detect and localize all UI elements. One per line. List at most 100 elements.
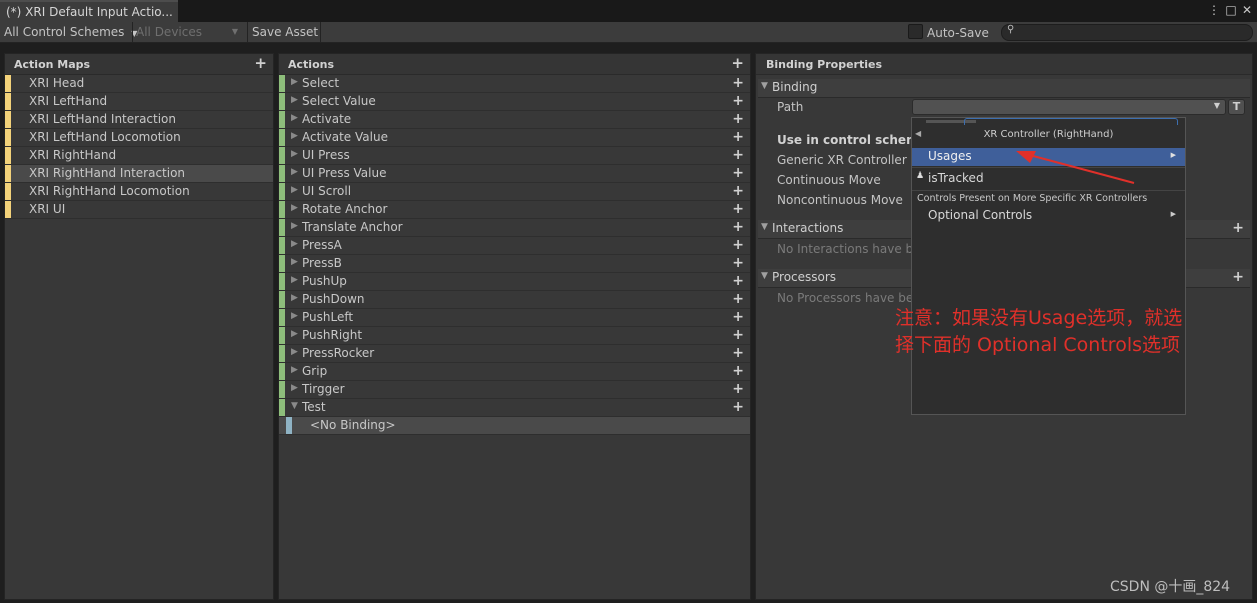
maximize-icon[interactable]: □ <box>1224 3 1238 17</box>
binding-section-header[interactable]: ▼ Binding <box>758 79 1250 98</box>
action-label: Activate <box>302 112 352 126</box>
add-action-icon[interactable]: + <box>731 56 744 71</box>
devices-dropdown[interactable]: All Devices ▼ <box>136 22 244 42</box>
add-binding-icon[interactable]: + <box>732 237 744 253</box>
expand-arrow-icon[interactable]: ▶ <box>291 311 298 321</box>
collapse-arrow-icon[interactable]: ▼ <box>291 401 298 411</box>
add-binding-icon[interactable]: + <box>732 183 744 199</box>
add-binding-icon[interactable]: + <box>732 111 744 127</box>
action-item[interactable]: ▶ UI Press + <box>279 147 750 165</box>
add-binding-icon[interactable]: + <box>732 201 744 217</box>
popup-item-optional-controls[interactable]: Optional Controls ▶ <box>912 207 1185 225</box>
add-interaction-icon[interactable]: + <box>1232 220 1244 236</box>
action-item[interactable]: ▶ Tirgger + <box>279 381 750 399</box>
action-map-item[interactable]: XRI LeftHand Locomotion <box>5 129 273 147</box>
action-item[interactable]: ▶ Translate Anchor + <box>279 219 750 237</box>
popup-search-input[interactable] <box>964 118 1178 125</box>
expand-arrow-icon[interactable]: ▶ <box>291 167 298 177</box>
expand-arrow-icon[interactable]: ▶ <box>291 275 298 285</box>
action-item[interactable]: ▶ Activate Value + <box>279 129 750 147</box>
action-item[interactable]: ▶ PushRight + <box>279 327 750 345</box>
expand-arrow-icon[interactable]: ▶ <box>291 221 298 231</box>
expand-arrow-icon[interactable]: ▶ <box>291 149 298 159</box>
expand-arrow-icon[interactable]: ▶ <box>291 131 298 141</box>
scheme-noncontinuous-move[interactable]: Noncontinuous Move <box>777 193 903 207</box>
action-item[interactable]: ▶ Grip + <box>279 363 750 381</box>
add-binding-icon[interactable]: + <box>732 255 744 271</box>
add-action-map-icon[interactable]: + <box>254 56 267 71</box>
close-icon[interactable]: ✕ <box>1240 3 1254 17</box>
action-map-item[interactable]: XRI RightHand Interaction <box>5 165 273 183</box>
search-input[interactable]: ⚲ <box>1001 24 1253 41</box>
expand-arrow-icon[interactable]: ▶ <box>291 95 298 105</box>
expand-arrow-icon[interactable]: ▶ <box>291 113 298 123</box>
action-item[interactable]: ▶ Select + <box>279 75 750 93</box>
add-binding-icon[interactable]: + <box>732 327 744 343</box>
add-binding-icon[interactable]: + <box>732 219 744 235</box>
add-binding-icon[interactable]: + <box>732 129 744 145</box>
add-binding-icon[interactable]: + <box>732 345 744 361</box>
add-binding-icon[interactable]: + <box>732 75 744 91</box>
action-item[interactable]: ▶ UI Press Value + <box>279 165 750 183</box>
action-item[interactable]: ▶ PushDown + <box>279 291 750 309</box>
add-binding-icon[interactable]: + <box>732 273 744 289</box>
path-dropdown[interactable]: ▼ <box>912 99 1226 115</box>
action-item[interactable]: ▶ PressA + <box>279 237 750 255</box>
expand-arrow-icon[interactable]: ▶ <box>291 365 298 375</box>
expand-arrow-icon[interactable]: ▶ <box>291 383 298 393</box>
action-map-item[interactable]: XRI Head <box>5 75 273 93</box>
binding-item[interactable]: <No Binding> <box>279 417 750 435</box>
expand-arrow-icon[interactable]: ▶ <box>291 329 298 339</box>
action-item[interactable]: ▶ PressRocker + <box>279 345 750 363</box>
expand-arrow-icon[interactable]: ▶ <box>291 77 298 87</box>
add-binding-icon[interactable]: + <box>732 399 744 415</box>
toolbar: All Control Schemes ▼ All Devices ▼ Save… <box>0 22 1257 43</box>
back-arrow-icon[interactable]: ◀ <box>915 129 921 138</box>
add-binding-icon[interactable]: + <box>732 165 744 181</box>
action-label: PressB <box>302 256 342 270</box>
action-item[interactable]: ▶ Activate + <box>279 111 750 129</box>
action-map-item[interactable]: XRI RightHand Locomotion <box>5 183 273 201</box>
text-mode-button[interactable]: T <box>1228 99 1245 115</box>
expand-arrow-icon[interactable]: ▶ <box>291 293 298 303</box>
action-item[interactable]: ▶ PushLeft + <box>279 309 750 327</box>
action-map-item[interactable]: XRI LeftHand <box>5 93 273 111</box>
add-processor-icon[interactable]: + <box>1232 269 1244 285</box>
add-binding-icon[interactable]: + <box>732 147 744 163</box>
action-item[interactable]: ▶ Rotate Anchor + <box>279 201 750 219</box>
auto-save-checkbox[interactable] <box>908 24 923 39</box>
scheme-continuous-move[interactable]: Continuous Move <box>777 173 881 187</box>
action-map-label: XRI RightHand Locomotion <box>29 184 190 198</box>
add-binding-icon[interactable]: + <box>732 381 744 397</box>
action-map-item[interactable]: XRI RightHand <box>5 147 273 165</box>
actions-header: Actions + <box>279 54 750 75</box>
more-options-icon[interactable]: ⋮ <box>1207 3 1221 17</box>
action-map-item[interactable]: XRI LeftHand Interaction <box>5 111 273 129</box>
action-item[interactable]: ▶ Select Value + <box>279 93 750 111</box>
save-asset-button[interactable]: Save Asset <box>252 22 318 42</box>
add-binding-icon[interactable]: + <box>732 291 744 307</box>
action-label: Tirgger <box>302 382 345 396</box>
add-binding-icon[interactable]: + <box>732 93 744 109</box>
action-color-bar <box>279 273 285 290</box>
add-binding-icon[interactable]: + <box>732 363 744 379</box>
expand-arrow-icon[interactable]: ▶ <box>291 203 298 213</box>
expand-arrow-icon[interactable]: ▶ <box>291 239 298 249</box>
action-item[interactable]: ▶ PushUp + <box>279 273 750 291</box>
action-map-item[interactable]: XRI UI <box>5 201 273 219</box>
scheme-generic-xr-controller[interactable]: Generic XR Controller <box>777 153 907 167</box>
action-map-color-bar <box>5 147 11 164</box>
action-item[interactable]: ▶ UI Scroll + <box>279 183 750 201</box>
action-map-color-bar <box>5 165 11 182</box>
tab-bar: (*) XRI Default Input Actio... ⋮ □ ✕ <box>0 0 1257 22</box>
expand-arrow-icon[interactable]: ▶ <box>291 257 298 267</box>
action-item[interactable]: ▼ Test + <box>279 399 750 417</box>
window-tab[interactable]: (*) XRI Default Input Actio... <box>0 0 178 22</box>
add-binding-icon[interactable]: + <box>732 309 744 325</box>
control-schemes-dropdown[interactable]: All Control Schemes ▼ <box>4 22 137 42</box>
window-tab-title: (*) XRI Default Input Actio... <box>6 5 173 19</box>
expand-arrow-icon[interactable]: ▶ <box>291 185 298 195</box>
action-item[interactable]: ▶ PressB + <box>279 255 750 273</box>
action-label: PushDown <box>302 292 365 306</box>
expand-arrow-icon[interactable]: ▶ <box>291 347 298 357</box>
